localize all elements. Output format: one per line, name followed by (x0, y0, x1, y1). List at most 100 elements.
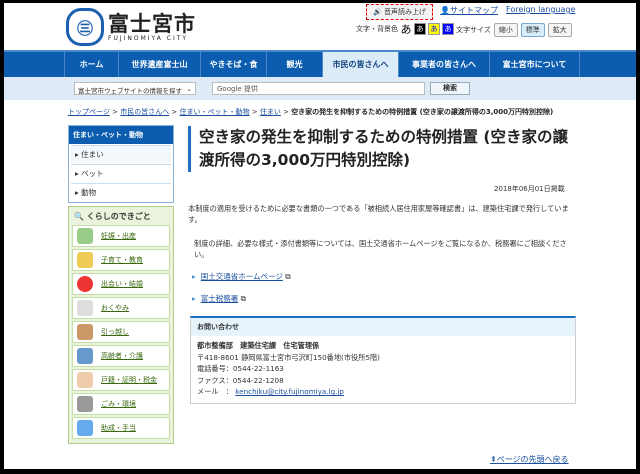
bullet-icon: ▸ (192, 272, 196, 281)
category-item-housing[interactable]: ▸ 住まい (71, 145, 171, 163)
life-event-link[interactable]: 子育て・教育 (101, 255, 143, 265)
item-label: ペット (81, 169, 104, 178)
site-logo[interactable]: ㊂ 富士宮市 FUJINOMIYA CITY (66, 8, 196, 46)
search-scope-select[interactable]: 富士宮市ウェブサイトの情報を探す ⌄ (74, 82, 196, 95)
contact-dept: 都市整備部 建築住宅課 住宅管理係 (197, 341, 320, 350)
search-input[interactable]: Google 提供 (212, 82, 425, 95)
life-event-marriage[interactable]: 出会い・結婚 (72, 273, 170, 295)
color-black-button[interactable]: あ (414, 23, 426, 35)
city-emblem-icon: ㊂ (66, 8, 104, 46)
life-events-menu: 🔍 くらしのできごと 妊娠・出産 子育て・教育 出会い・結婚 おくやみ 引っ越し… (68, 206, 174, 444)
life-event-link[interactable]: おくやみ (101, 303, 129, 313)
category-menu: 住まい・ペット・動物 ▸ 住まい ▸ ペット ▸ 動物 (68, 125, 174, 203)
mail-label: メール ： (197, 387, 233, 396)
color-default-button[interactable]: あ (400, 23, 412, 36)
voice-readout-button[interactable]: 🔊 音声読み上げ (366, 4, 433, 20)
category-item-animals[interactable]: ▸ 動物 (71, 183, 171, 201)
item-label: 動物 (81, 188, 97, 197)
life-event-garbage[interactable]: ごみ・環境 (72, 393, 170, 415)
item-label: 住まい (81, 150, 104, 159)
external-window-icon: ⧉ (240, 294, 247, 303)
mlit-link-item: ▸ 国土交通省ホームページ ⧉ (192, 271, 291, 282)
life-event-link[interactable]: 出会い・結婚 (101, 279, 143, 289)
search-button[interactable]: 検索 (430, 82, 470, 95)
voice-label: 音声読み上げ (383, 8, 426, 16)
wheelchair-icon (77, 348, 93, 364)
contact-box: お問い合わせ 都市整備部 建築住宅課 住宅管理係 〒418-8601 静岡県富士… (190, 316, 576, 404)
life-event-condolence[interactable]: おくやみ (72, 297, 170, 319)
publish-date: 2018年06月01日掲載 (494, 185, 565, 193)
life-event-pregnancy[interactable]: 妊娠・出産 (72, 225, 170, 247)
nav-home[interactable]: ホーム (64, 52, 118, 77)
tax-office-link-item: ▸ 富士税務署 ⧉ (192, 293, 246, 304)
category-item-pets[interactable]: ▸ ペット (71, 164, 171, 182)
chevron-down-icon: ⌄ (186, 85, 192, 93)
mlit-homepage-link[interactable]: 国土交通省ホームページ (201, 272, 283, 281)
font-size-switcher: 文字サイズ 縮小 標準 拡大 (456, 23, 572, 37)
scope-label: 富士宮市ウェブサイトの情報を探す (78, 87, 182, 95)
external-window-icon: ⧉ (285, 272, 291, 281)
breadcrumb-residents[interactable]: 市民の皆さんへ (120, 108, 169, 116)
nav-residents[interactable]: 市民の皆さんへ (322, 52, 398, 77)
page: ㊂ 富士宮市 FUJINOMIYA CITY 🔊 音声読み上げ 👤サイトマップ F… (4, 3, 636, 469)
size-small-button[interactable]: 縮小 (493, 23, 518, 37)
breadcrumb-housing[interactable]: 住まい (260, 108, 281, 116)
sitemap-link[interactable]: 👤サイトマップ (440, 5, 498, 16)
nav-about-city[interactable]: 富士宮市について (489, 52, 580, 77)
speaker-icon: 🔊 (373, 8, 382, 16)
contact-title: お問い合わせ (191, 318, 575, 336)
sitemap-label: サイトマップ (449, 6, 498, 15)
contact-address: 〒418-8601 静岡県富士宮市弓沢町150番地(市役所5階) (197, 352, 380, 362)
life-event-link[interactable]: 引っ越し (101, 327, 129, 337)
heart-icon (77, 276, 93, 292)
breadcrumb-current: 空き家の発生を抑制するための特例措置 (空き家の譲渡所得の3,000万円特別控除… (291, 108, 554, 116)
nav-yakisoba[interactable]: やきそば・食 (200, 52, 266, 77)
life-event-link[interactable]: ごみ・環境 (101, 399, 136, 409)
truck-icon (77, 324, 93, 340)
fuji-tax-office-link[interactable]: 富士税務署 (201, 294, 239, 303)
contact-phone: 電話番号：0544-22-1163 (197, 364, 284, 373)
breadcrumb-housing-pets[interactable]: 住まい・ペット・動物 (180, 108, 250, 116)
life-event-link[interactable]: 高齢者・介護 (101, 351, 143, 361)
life-event-link[interactable]: 戸籍・証明・税金 (101, 375, 157, 385)
back-to-top-label: ページの先頭へ戻る (496, 455, 569, 464)
logo-text: 富士宮市 (108, 11, 196, 36)
nav-business[interactable]: 事業者の皆さんへ (398, 52, 489, 77)
contact-email-link[interactable]: kenchiku@city.fujinomiya.lg.jp (235, 387, 344, 396)
life-event-link[interactable]: 妊娠・出産 (101, 231, 136, 241)
arrow-up-icon: ⇞ (490, 455, 497, 464)
color-label: 文字・背景色 (356, 25, 398, 33)
color-switcher: 文字・背景色 あ あ あ あ (356, 23, 454, 36)
life-event-childcare[interactable]: 子育て・教育 (72, 249, 170, 271)
back-to-top-link[interactable]: ⇞ページの先頭へ戻る (490, 454, 569, 465)
size-normal-button[interactable]: 標準 (520, 23, 545, 37)
color-yellow-button[interactable]: あ (428, 23, 440, 35)
life-event-elderly-care[interactable]: 高齢者・介護 (72, 345, 170, 367)
search-icon: 🔍 (74, 212, 84, 221)
stroller-icon (77, 228, 93, 244)
foreign-language-link[interactable]: Foreign language (506, 5, 575, 14)
shield-hand-icon (77, 420, 93, 436)
page-title: 空き家の発生を抑制するための特例措置 (空き家の譲渡所得の3,000万円特別控除… (188, 126, 578, 172)
life-event-subsidy[interactable]: 助成・手当 (72, 417, 170, 439)
sitemap-icon: 👤 (440, 6, 450, 15)
size-large-button[interactable]: 拡大 (547, 23, 572, 37)
nav-tourism[interactable]: 観光 (266, 52, 322, 77)
color-blue-button[interactable]: あ (442, 23, 454, 35)
flower-icon (77, 300, 93, 316)
nav-world-heritage[interactable]: 世界遺産富士山 (118, 52, 200, 77)
life-events-title: くらしのできごと (86, 212, 151, 221)
size-label: 文字サイズ (456, 26, 491, 34)
life-event-link[interactable]: 助成・手当 (101, 423, 136, 433)
body-paragraph: 本制度の適用を受けるために必要な書類の一つである「被相続人居住用家屋等確認書」は… (188, 204, 569, 224)
life-event-moving[interactable]: 引っ越し (72, 321, 170, 343)
contact-fax: ファクス：0544-22-1208 (197, 375, 284, 385)
breadcrumb: トップページ > 市民の皆さんへ > 住まい・ペット・動物 > 住まい > 空き… (68, 108, 554, 116)
breadcrumb-top[interactable]: トップページ (68, 108, 110, 116)
body-paragraph: 制度の詳細、必要な様式・添付書類等については、国土交通省ホームページをご覧になる… (194, 239, 567, 259)
bullet-icon: ▸ (192, 294, 196, 303)
trash-can-icon (77, 396, 93, 412)
main-nav: ホーム 世界遺産富士山 やきそば・食 観光 市民の皆さんへ 事業者の皆さんへ 富… (4, 50, 636, 77)
life-event-registry-tax[interactable]: 戸籍・証明・税金 (72, 369, 170, 391)
pencil-ruler-icon (77, 252, 93, 268)
